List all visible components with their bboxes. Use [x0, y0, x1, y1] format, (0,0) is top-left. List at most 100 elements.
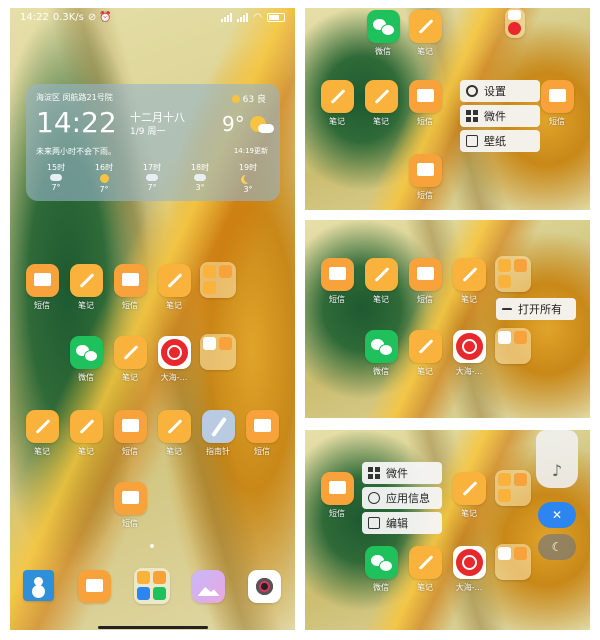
- app-wechat[interactable]: 微信: [64, 336, 108, 383]
- sms-icon: [113, 264, 147, 297]
- widget-icon: [466, 110, 478, 122]
- app-wechat[interactable]: 微信: [359, 546, 403, 593]
- rain-forecast: 未来两小时不会下雨。: [36, 147, 116, 156]
- battery-icon: [267, 12, 285, 22]
- sms-icon: [320, 472, 354, 505]
- cloud-icon: [194, 174, 206, 181]
- signal-icon: [221, 12, 233, 22]
- app-notes[interactable]: 笔记: [64, 264, 108, 311]
- app-notes[interactable]: 笔记: [20, 410, 64, 457]
- compass-icon: [201, 410, 235, 443]
- widget-clock: 14:22: [36, 106, 117, 139]
- hourly-forecast: 15时 7° 16时 7° 17时 7° 18时 3° 19时 3°: [36, 162, 268, 195]
- app-sms[interactable]: 短信: [403, 80, 447, 127]
- notes-icon: [452, 472, 486, 505]
- weather-widget[interactable]: 海淀区 闵航路21号院 63 良 14:22 十二月十八 1/9 周一 9° 未…: [26, 84, 280, 201]
- app-sms[interactable]: 短信: [315, 472, 359, 519]
- notes-icon: [320, 80, 354, 113]
- app-sms[interactable]: 短信: [315, 258, 359, 305]
- open-all-button[interactable]: 打开所有: [496, 298, 576, 320]
- dock-folder[interactable]: [130, 568, 174, 604]
- app-compass[interactable]: 指南针: [196, 410, 240, 457]
- wifi-icon: ◠: [253, 11, 262, 23]
- menu-wallpaper[interactable]: 壁纸: [460, 130, 540, 152]
- hour-item: 18时 3°: [190, 163, 210, 192]
- app-wechat[interactable]: 微信: [359, 330, 403, 377]
- sms-icon: [25, 264, 59, 297]
- notes-icon: [364, 258, 398, 291]
- app-sms[interactable]: 短信: [20, 264, 64, 311]
- lunar-date: 十二月十八: [130, 111, 185, 124]
- app-notes[interactable]: 笔记: [447, 472, 491, 519]
- screenshot-collage: 14:22 0.3K/s ⊘ ⏰ ◠ 海淀区 闵航路21号院 63 良 14:2…: [0, 0, 600, 640]
- app-notes[interactable]: 笔记: [403, 10, 447, 57]
- app-notes[interactable]: 笔记: [403, 330, 447, 377]
- app-notes[interactable]: 笔记: [447, 258, 491, 305]
- app-sms[interactable]: 短信: [403, 258, 447, 305]
- mute-toggle[interactable]: ✕: [538, 502, 576, 528]
- app-folder[interactable]: [196, 334, 240, 370]
- dnd-toggle[interactable]: ☾: [538, 534, 576, 560]
- sms-icon: [408, 154, 442, 187]
- menu-settings[interactable]: 设置: [460, 80, 540, 102]
- app-music[interactable]: 大海-...: [152, 336, 196, 383]
- moon-icon: ☾: [551, 540, 563, 554]
- app-music[interactable]: 大海-...: [447, 330, 491, 377]
- app-folder[interactable]: [491, 544, 535, 580]
- moon-icon: [244, 174, 253, 183]
- app-sms[interactable]: 短信: [108, 264, 152, 311]
- folder-icon: [495, 544, 531, 580]
- alarm-icon: ⏰: [99, 11, 112, 23]
- volume-slider[interactable]: ♪: [536, 430, 578, 488]
- camera-icon: [247, 570, 281, 603]
- update-time: 14:19更新: [233, 147, 268, 155]
- dock-camera[interactable]: [242, 570, 286, 603]
- app-notes[interactable]: 笔记: [403, 546, 447, 593]
- edit-icon: [368, 517, 380, 529]
- app-notes[interactable]: 笔记: [152, 410, 196, 457]
- home-screen: 14:22 0.3K/s ⊘ ⏰ ◠ 海淀区 闵航路21号院 63 良 14:2…: [10, 8, 295, 630]
- menu-widgets[interactable]: 微件: [460, 105, 540, 127]
- sms-icon: [540, 80, 574, 113]
- bell-off-icon: ✕: [551, 508, 563, 522]
- hour-item: 19时 3°: [238, 163, 258, 194]
- app-notes[interactable]: 笔记: [152, 264, 196, 311]
- dock-contacts[interactable]: [16, 570, 60, 601]
- dock-gallery[interactable]: [186, 570, 230, 603]
- app-sms[interactable]: 短信: [535, 80, 579, 127]
- status-time: 14:22: [20, 11, 49, 23]
- panel-home-menu: 微信 笔记 笔记 笔记 短信 短信 短信: [305, 8, 590, 210]
- menu-app-info[interactable]: 应用信息: [362, 487, 442, 509]
- notes-icon: [113, 336, 147, 369]
- app-notes[interactable]: 笔记: [108, 336, 152, 383]
- sms-icon: [408, 258, 442, 291]
- app-sms[interactable]: 短信: [240, 410, 284, 457]
- notes-icon: [408, 546, 442, 579]
- app-music[interactable]: 大海-...: [447, 546, 491, 593]
- menu-widgets[interactable]: 微件: [362, 462, 442, 484]
- app-notes[interactable]: 笔记: [359, 258, 403, 305]
- app-sms[interactable]: 短信: [108, 482, 152, 529]
- widget-date: 1/9 周一: [130, 127, 166, 137]
- app-notes[interactable]: 笔记: [359, 80, 403, 127]
- app-folder[interactable]: [493, 8, 537, 38]
- app-notes[interactable]: 笔记: [64, 410, 108, 457]
- app-folder[interactable]: [491, 256, 535, 292]
- weather-location: 海淀区 闵航路21号院: [36, 93, 113, 102]
- folder-icon: [505, 8, 525, 38]
- sms-icon: [320, 258, 354, 291]
- home-context-menu: 设置 微件 壁纸: [460, 80, 540, 155]
- dock-sms[interactable]: [72, 570, 116, 603]
- app-sms[interactable]: 短信: [403, 154, 447, 201]
- app-folder[interactable]: [491, 328, 535, 364]
- partly-cloudy-icon: [50, 174, 62, 181]
- folder-icon: [495, 328, 531, 364]
- app-sms[interactable]: 短信: [108, 410, 152, 457]
- app-folder[interactable]: [491, 470, 535, 506]
- aqi-dot-icon: [231, 94, 240, 103]
- sms-icon: [113, 410, 147, 443]
- app-folder[interactable]: [196, 262, 240, 298]
- app-notes[interactable]: 笔记: [315, 80, 359, 127]
- app-wechat[interactable]: 微信: [361, 10, 405, 57]
- menu-edit[interactable]: 编辑: [362, 512, 442, 534]
